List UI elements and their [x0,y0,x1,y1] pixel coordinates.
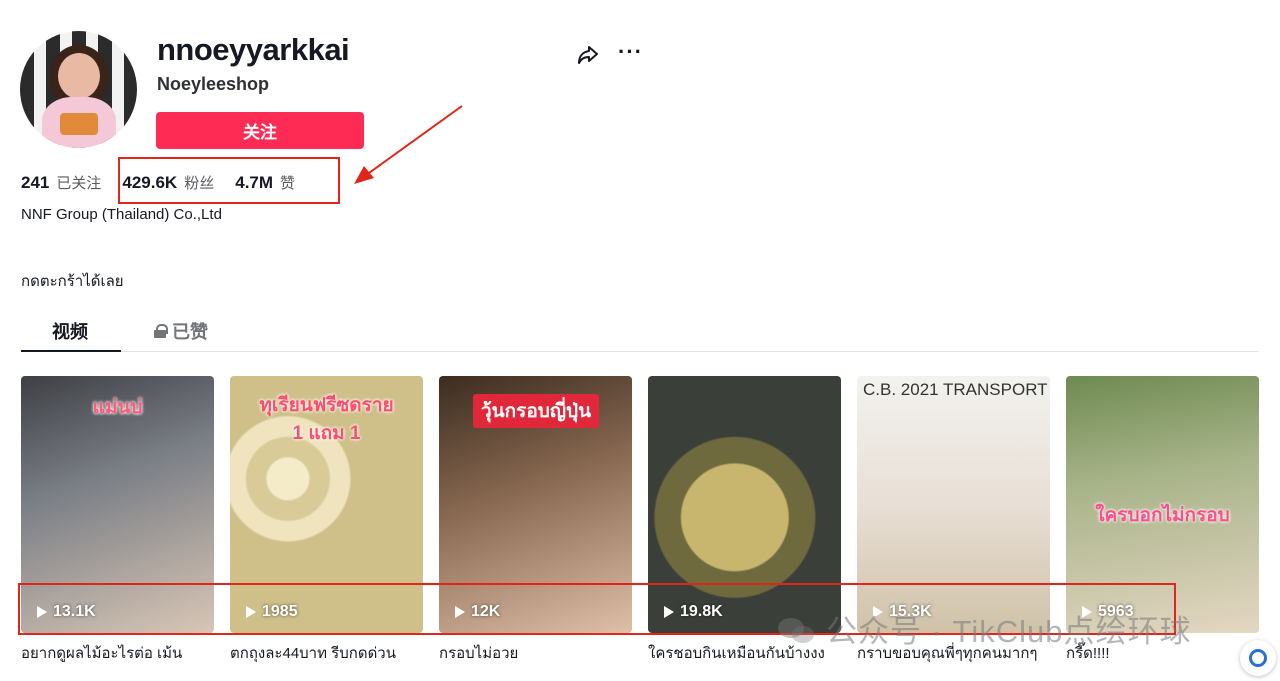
video-description: กรอบไม่อวย [439,645,519,662]
video-overlay-text: วุ้นกรอบญี่ปุ่น [473,394,600,428]
profile-tabs: 视频 已赞 [21,310,1258,352]
more-options-icon[interactable]: ··· [618,40,643,64]
tab-liked[interactable]: 已赞 [154,318,208,344]
tab-liked-label: 已赞 [172,322,208,342]
video-description: ตกถุงละ44บาท รีบกดด่วน [230,645,396,662]
refresh-icon [1249,649,1267,667]
following-count: 241 [21,173,50,192]
profile-nickname: Noeyleeshop [157,74,270,94]
lock-icon [154,324,168,338]
video-overlay-text: ทุเรียนฟรีซดราย 1 แถม 1 [259,395,394,444]
bio-company: NNF Group (Thailand) Co.,Ltd [21,206,222,223]
floating-action-button[interactable] [1240,640,1276,676]
video-description: อยากดูผลไม้อะไรต่อ เม้น [21,645,183,662]
profile-username: nnoeyyarkkai [157,32,350,67]
stats-highlight-box [118,157,340,204]
tab-videos[interactable]: 视频 [52,318,88,344]
following-label: 已关注 [56,175,102,192]
following-stat[interactable]: 241 已关注 [21,172,101,193]
video-overlay-text: ใครบอกไม่กรอบ [1095,505,1230,526]
annotation-arrow [354,105,463,184]
follow-button[interactable]: 关注 [156,112,364,149]
active-tab-indicator [21,350,121,352]
bio-text: กดตะกร้าได้เลย [21,273,124,290]
wechat-icon [778,614,818,644]
video-overlay-text: C.B. 2021 TRANSPORT P [863,380,1050,399]
watermark: 公众号 · TikClub点绘环球 [778,606,1191,651]
share-icon[interactable] [576,42,600,66]
video-overlay-text: แม่นบ่ [92,397,143,418]
profile-avatar [20,31,137,148]
